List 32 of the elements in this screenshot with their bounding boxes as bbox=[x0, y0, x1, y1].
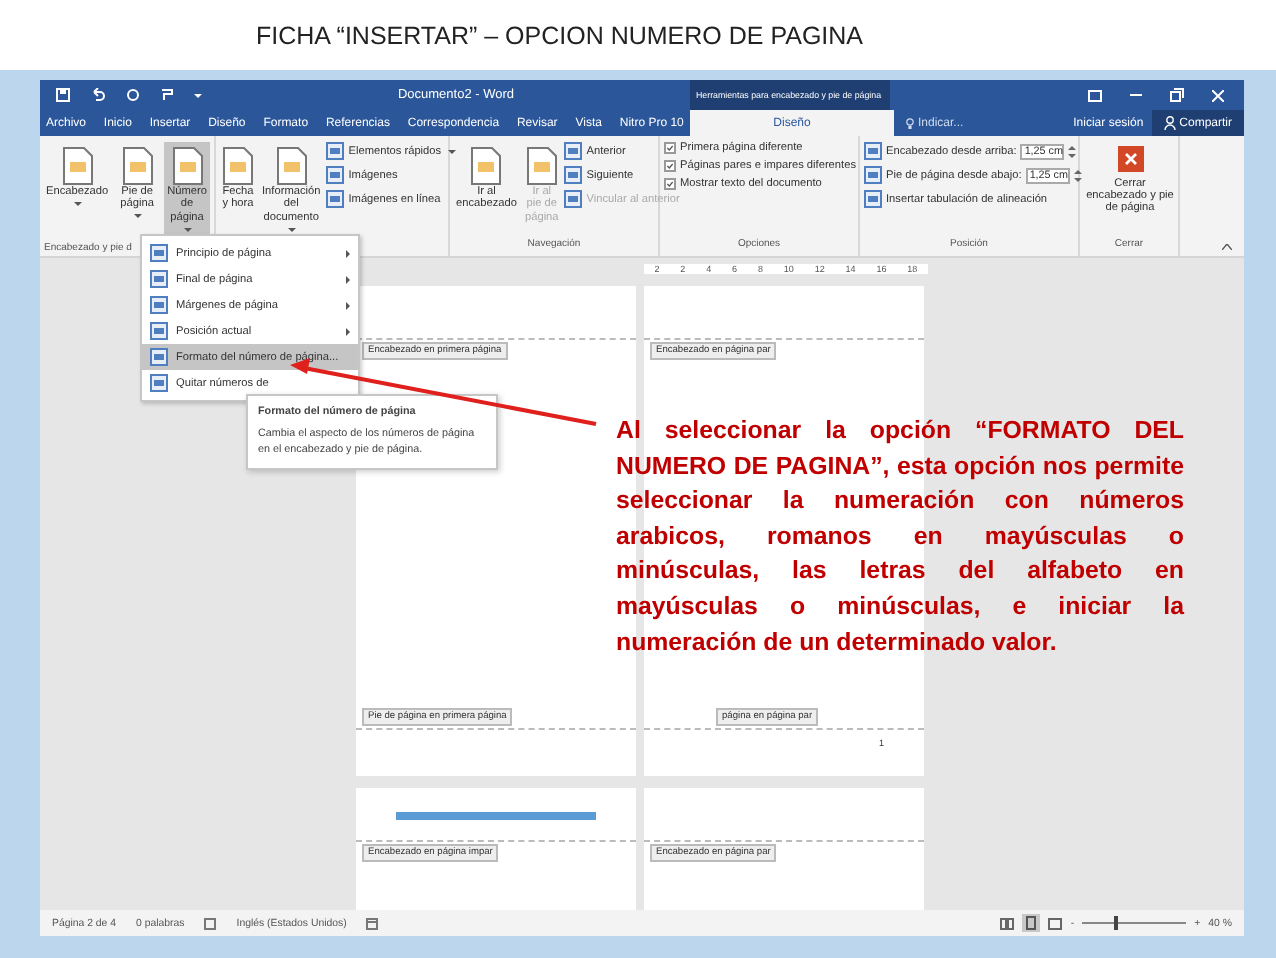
document-icon bbox=[525, 146, 558, 186]
web-layout-icon[interactable] bbox=[1048, 917, 1063, 929]
spinner-icon[interactable] bbox=[1073, 167, 1082, 183]
submenu-arrow-icon bbox=[346, 301, 350, 309]
document-icon bbox=[470, 146, 503, 186]
document-icon bbox=[61, 146, 94, 186]
collapse-ribbon-icon[interactable] bbox=[1222, 244, 1232, 250]
document-icon bbox=[222, 146, 254, 186]
ribbon-options-icon[interactable] bbox=[1088, 89, 1102, 101]
customize-icon[interactable] bbox=[194, 91, 202, 99]
zoom-thumb[interactable] bbox=[1113, 916, 1118, 930]
document-icon bbox=[121, 146, 154, 186]
restore-icon[interactable] bbox=[1170, 88, 1184, 102]
read-mode-icon[interactable] bbox=[1000, 917, 1015, 929]
checkbox[interactable] bbox=[664, 160, 676, 172]
annotation-text: Al seleccionar la opción “FORMATO DEL NUMERO DE PAGINA”, esta opción nos permite seleccionar la numeración con números arabicos, romanos en mayúsculas o minúsculas, las letras del alfabeto en mayúsculas o minúsculas, e iniciar la numeración de un determinado valor. bbox=[616, 414, 1184, 660]
submenu-arrow-icon bbox=[346, 327, 350, 335]
picture-icon bbox=[864, 190, 882, 208]
checkbox[interactable] bbox=[664, 142, 676, 154]
checkbox[interactable] bbox=[664, 178, 676, 190]
spinner-icon[interactable] bbox=[1068, 143, 1077, 159]
slide-title: FICHA “INSERTAR” – OPCION NUMERO DE PAGINA bbox=[256, 21, 864, 49]
print-layout-icon[interactable] bbox=[1022, 914, 1041, 932]
save-icon[interactable] bbox=[56, 88, 70, 102]
undo-icon[interactable] bbox=[90, 88, 106, 102]
document-icon bbox=[171, 146, 204, 186]
submenu-arrow-icon bbox=[346, 275, 350, 283]
submenu-arrow-icon bbox=[346, 249, 350, 257]
document-icon bbox=[275, 146, 308, 186]
person-icon bbox=[1163, 116, 1176, 130]
close-icon[interactable] bbox=[1212, 89, 1224, 101]
lightbulb-icon bbox=[906, 117, 914, 129]
